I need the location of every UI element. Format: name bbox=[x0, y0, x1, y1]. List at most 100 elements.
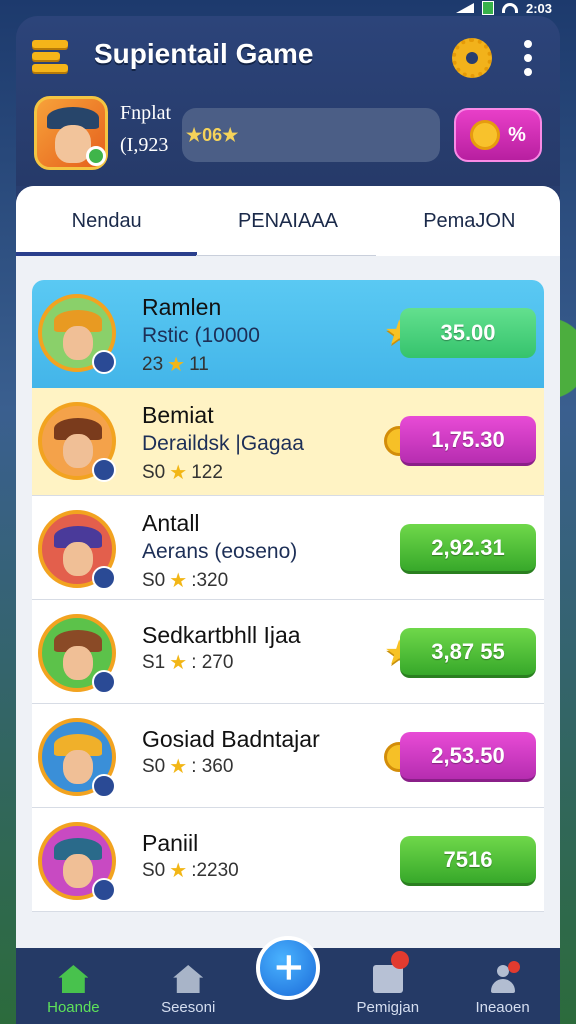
tab-bar: Nendau PENAIAAA PemaJON bbox=[16, 186, 560, 256]
rank-badge-icon bbox=[92, 458, 116, 482]
star-icon: ★ bbox=[169, 860, 188, 882]
player-row[interactable]: Paniil S0 ★ :2230 7516 bbox=[32, 808, 544, 912]
profile-name: Fnplat bbox=[120, 102, 172, 124]
tab-label: Nendau bbox=[71, 209, 142, 232]
player-stat-a: S0 bbox=[142, 859, 166, 881]
score-button[interactable]: 1,75.30 bbox=[400, 416, 536, 466]
score-button[interactable]: 35.00 bbox=[400, 308, 536, 358]
player-stats: S0 ★ :2230 bbox=[142, 858, 239, 883]
rank-badge-icon bbox=[92, 566, 116, 590]
nav-pemigjan[interactable]: Pemigjan bbox=[338, 951, 438, 1016]
player-row[interactable]: Ramlen Rstic (10000 23 ★ 11 ★ 35.00 bbox=[32, 280, 544, 388]
nav-home[interactable]: Hoande bbox=[23, 965, 123, 1016]
coin-icon bbox=[470, 120, 501, 150]
rank-badge-icon bbox=[92, 774, 116, 798]
player-stats: S0 ★ : 360 bbox=[142, 754, 233, 779]
status-bar: 2:03 bbox=[0, 0, 576, 16]
app-window: Supientail Game Fnplat (I,923 ★06★ % Nen… bbox=[16, 16, 560, 1024]
player-subtitle: Rstic (10000 bbox=[142, 324, 260, 347]
tab-label: PENAIAAA bbox=[237, 209, 339, 232]
player-stats: S1 ★ : 270 bbox=[142, 650, 233, 675]
score-button[interactable]: 2,53.50 bbox=[400, 732, 536, 782]
tab-divider bbox=[196, 255, 376, 256]
rank-badge-icon bbox=[92, 878, 116, 902]
player-stat-b: 122 bbox=[191, 461, 223, 483]
mail-icon bbox=[372, 951, 409, 993]
player-stats: S0 ★ 122 bbox=[142, 460, 223, 485]
tab-label: PemaJON bbox=[423, 209, 516, 232]
player-stat-a: S1 bbox=[142, 651, 166, 673]
notification-dot bbox=[507, 961, 520, 973]
gear-icon[interactable] bbox=[452, 38, 492, 78]
header: Supientail Game Fnplat (I,923 ★06★ % bbox=[16, 16, 560, 186]
player-row[interactable]: Antall Aerans (eoseno) S0 ★ :320 2,92.31 bbox=[32, 496, 544, 600]
nav-label: Ineaoen bbox=[475, 999, 530, 1016]
player-stat-a: 23 bbox=[142, 353, 164, 375]
nav-ineaoen[interactable]: Ineaoen bbox=[453, 961, 553, 1016]
house-icon bbox=[173, 965, 204, 993]
player-name: Gosiad Badntajar bbox=[142, 726, 320, 752]
menu-bar-icon bbox=[32, 40, 68, 48]
player-stat-a: S0 bbox=[142, 461, 166, 483]
tab-nendau[interactable]: Nendau bbox=[16, 186, 198, 256]
coins-label: % bbox=[508, 123, 526, 146]
player-row[interactable]: Sedkartbhll Ijaa S1 ★ : 270 ★ 3,87 55 bbox=[32, 600, 544, 704]
player-subtitle: Deraildsk |Gagaa bbox=[142, 432, 304, 455]
star-icon: ★ bbox=[169, 756, 188, 778]
profile-level: (I,923 bbox=[120, 134, 169, 156]
more-options-icon[interactable] bbox=[520, 40, 536, 76]
battery-icon bbox=[481, 1, 494, 15]
avatar-face bbox=[63, 646, 93, 680]
player-name: Antall bbox=[142, 510, 200, 536]
tab-pemajon[interactable]: PemaJON bbox=[379, 186, 560, 256]
player-stat-b: : 270 bbox=[191, 651, 234, 673]
star-icon: ★ bbox=[169, 652, 188, 674]
score-value: 7516 bbox=[443, 846, 493, 872]
player-stats: 23 ★ 11 bbox=[142, 352, 209, 377]
nav-seesoni[interactable]: Seesoni bbox=[138, 965, 238, 1016]
star-icon: ★ bbox=[169, 462, 188, 484]
home-icon bbox=[58, 965, 89, 993]
rank-badge-icon bbox=[92, 670, 116, 694]
wifi-icon bbox=[501, 3, 518, 13]
player-stat-b: :2230 bbox=[191, 859, 239, 881]
player-stat-b: :320 bbox=[191, 569, 229, 591]
status-time: 2:03 bbox=[525, 0, 552, 16]
player-name: Paniil bbox=[142, 830, 199, 856]
menu-bar-icon bbox=[32, 52, 60, 60]
avatar-face bbox=[63, 750, 93, 784]
player-stat-a: S0 bbox=[142, 755, 166, 777]
player-row[interactable]: Bemiat Deraildsk |Gagaa S0 ★ 122 1,75.30 bbox=[32, 388, 544, 496]
star-icon: ★ bbox=[167, 354, 186, 376]
avatar-face bbox=[63, 854, 93, 888]
player-stat-b: 11 bbox=[189, 353, 209, 375]
leaderboard-panel: Nendau PENAIAAA PemaJON Ramlen Rstic (10… bbox=[16, 186, 560, 948]
coins-button[interactable]: % bbox=[454, 108, 542, 162]
avatar-face bbox=[63, 434, 93, 468]
player-stat-b: : 360 bbox=[191, 755, 234, 777]
play-button[interactable]: ✕ bbox=[256, 936, 320, 1000]
score-value: 3,87 55 bbox=[431, 638, 505, 664]
rank-badge-icon bbox=[92, 350, 116, 374]
user-icon bbox=[488, 961, 520, 993]
score-value: 1,75.30 bbox=[431, 426, 505, 452]
nav-label: Seesoni bbox=[161, 999, 216, 1016]
score-value: 2,53.50 bbox=[431, 742, 505, 768]
nav-label: Pemigjan bbox=[356, 999, 420, 1016]
tab-penaiaaa[interactable]: PENAIAAA bbox=[197, 186, 378, 256]
avatar-face bbox=[63, 542, 93, 576]
app-title: Supientail Game bbox=[94, 38, 314, 69]
player-row[interactable]: Gosiad Badntajar S0 ★ : 360 2,53.50 bbox=[32, 704, 544, 808]
score-button[interactable]: 3,87 55 bbox=[400, 628, 536, 678]
nav-label: Hoande bbox=[47, 999, 100, 1016]
score-button[interactable]: 7516 bbox=[400, 836, 536, 886]
notification-dot bbox=[390, 951, 409, 969]
player-name: Bemiat bbox=[142, 402, 214, 428]
score-value: 35.00 bbox=[440, 320, 496, 345]
score-button[interactable]: 2,92.31 bbox=[400, 524, 536, 574]
online-status-icon bbox=[86, 146, 106, 166]
player-stats: S0 ★ :320 bbox=[142, 568, 228, 593]
avatar-face bbox=[63, 326, 93, 360]
menu-button[interactable] bbox=[32, 40, 68, 72]
star-icon: ★ bbox=[169, 570, 188, 592]
